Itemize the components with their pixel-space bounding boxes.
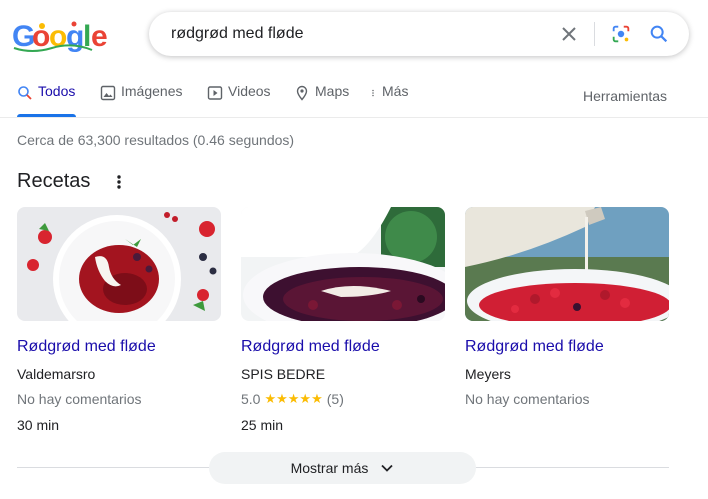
rating-value: 5.0 bbox=[241, 391, 261, 407]
recipe-source: Valdemarsro bbox=[17, 366, 96, 382]
google-lens-icon[interactable] bbox=[610, 23, 632, 45]
recipe-source: Meyers bbox=[465, 366, 511, 382]
chevron-down-icon bbox=[381, 464, 394, 472]
search-icon bbox=[18, 86, 32, 100]
star-rating-icon: ★★★★★ bbox=[264, 391, 323, 406]
recipes-heading: Recetas bbox=[17, 170, 91, 192]
tab-label: Videos bbox=[228, 83, 271, 99]
image-icon bbox=[100, 85, 116, 101]
show-more-button[interactable]: Mostrar más bbox=[209, 452, 476, 484]
show-more-label: Mostrar más bbox=[290, 460, 369, 476]
recipe-card[interactable]: Rødgrød med fløde Valdemarsro No hay com… bbox=[17, 207, 221, 433]
recipe-card[interactable]: Rødgrød med fløde SPIS BEDRE 5.0 ★★★★★ (… bbox=[241, 207, 445, 433]
recipe-time: 25 min bbox=[241, 417, 284, 433]
svg-text:e: e bbox=[91, 20, 108, 53]
recipe-card[interactable]: Rødgrød med fløde Meyers No hay comentar… bbox=[465, 207, 669, 407]
recipe-title-link[interactable]: Rødgrød med fløde bbox=[241, 338, 380, 356]
tab-maps[interactable]: Maps bbox=[294, 83, 349, 118]
recipe-title-link[interactable]: Rødgrød med fløde bbox=[465, 338, 604, 356]
recipe-source: SPIS BEDRE bbox=[241, 366, 326, 382]
close-icon[interactable] bbox=[559, 24, 579, 44]
tab-mas[interactable]: Más bbox=[371, 83, 408, 118]
tab-label: Maps bbox=[315, 83, 350, 99]
recipe-rating: No hay comentarios bbox=[465, 391, 590, 407]
recipe-image[interactable] bbox=[17, 207, 221, 321]
video-icon bbox=[207, 86, 223, 100]
tabs-divider bbox=[0, 117, 708, 118]
tab-imagenes[interactable]: Imágenes bbox=[100, 83, 182, 118]
recipe-image[interactable] bbox=[241, 207, 445, 321]
tools-button[interactable]: Herramientas bbox=[583, 88, 667, 104]
tab-label: Más bbox=[382, 83, 409, 99]
google-logo[interactable]: G o o g l e bbox=[12, 18, 108, 54]
search-box[interactable]: rødgrød med fløde bbox=[149, 12, 689, 56]
search-input[interactable]: rødgrød med fløde bbox=[171, 25, 303, 43]
tab-todos[interactable]: Todos bbox=[17, 83, 75, 118]
tab-label: Todos bbox=[38, 83, 76, 99]
map-pin-icon bbox=[296, 85, 308, 101]
more-options-icon[interactable] bbox=[113, 173, 125, 191]
search-divider bbox=[594, 22, 595, 46]
recipe-rating: No hay comentarios bbox=[17, 391, 142, 407]
tab-label: Imágenes bbox=[121, 83, 183, 99]
tab-videos[interactable]: Videos bbox=[207, 83, 271, 118]
recipe-image[interactable] bbox=[465, 207, 669, 321]
review-count: (5) bbox=[326, 391, 344, 407]
recipe-rating: 5.0 ★★★★★ (5) bbox=[241, 391, 344, 407]
recipe-title-link[interactable]: Rødgrød med fløde bbox=[17, 338, 156, 356]
search-icon[interactable] bbox=[648, 23, 670, 45]
more-vert-icon bbox=[372, 89, 374, 97]
recipe-time: 30 min bbox=[17, 417, 60, 433]
result-stats: Cerca de 63,300 resultados (0.46 segundo… bbox=[17, 132, 295, 148]
